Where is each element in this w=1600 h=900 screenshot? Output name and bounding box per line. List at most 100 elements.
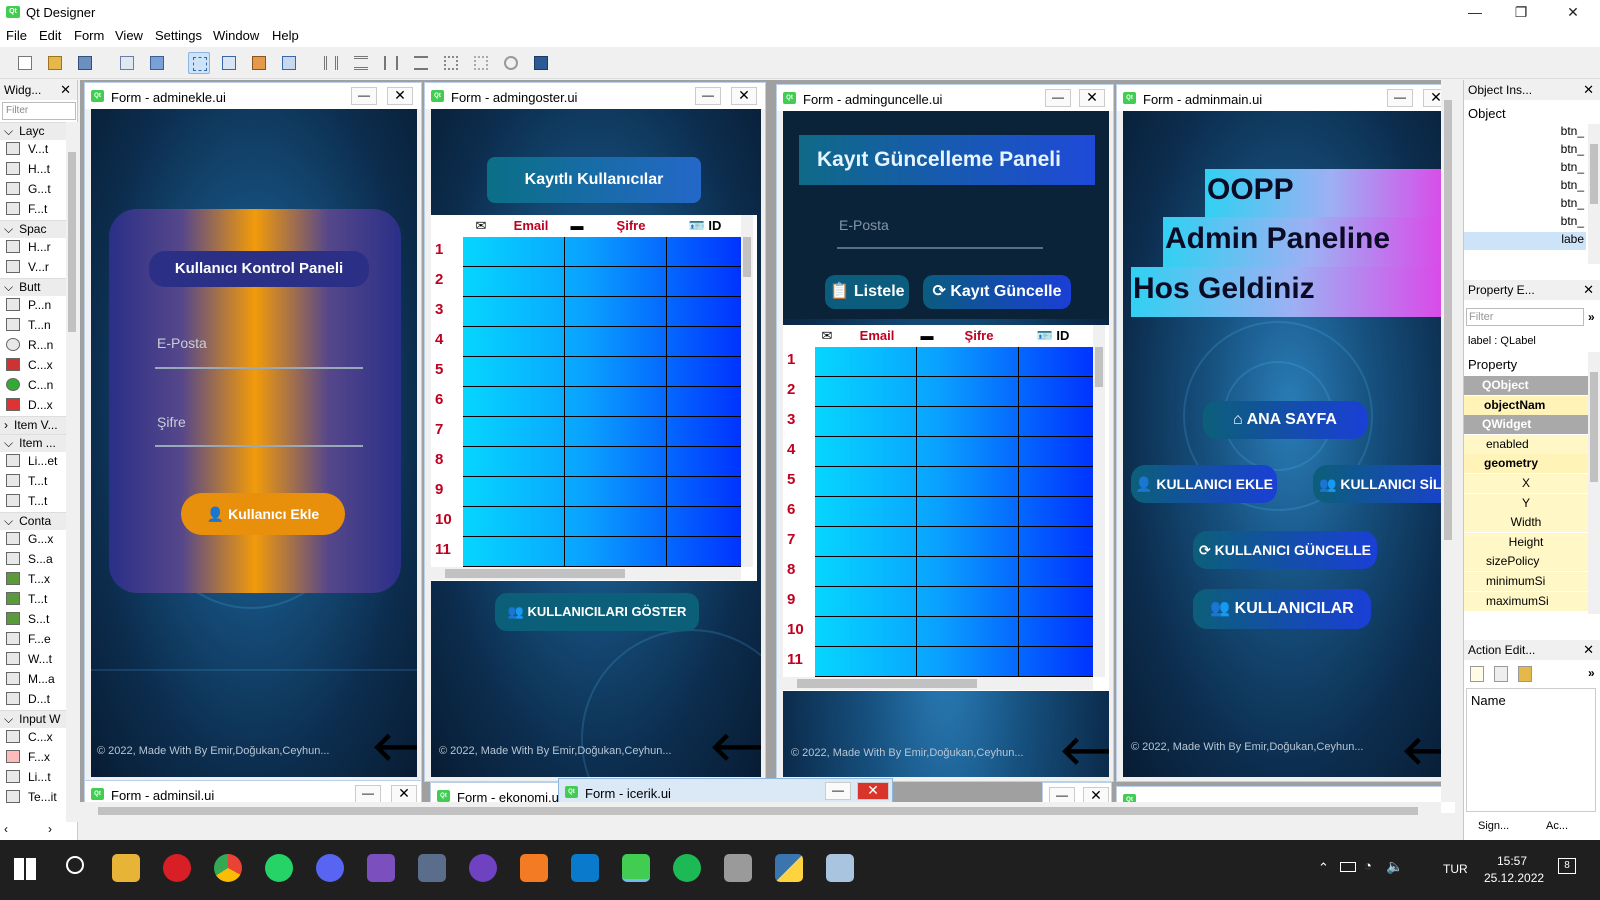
widget-grid-layout[interactable]: G...t — [4, 180, 66, 198]
visual-studio-icon[interactable] — [367, 854, 395, 882]
object-scrollbar[interactable] — [1588, 124, 1600, 264]
subwindow-adminmain[interactable]: Qt Form - adminmain.ui — ✕ OOPP Admin Pa… — [1116, 84, 1455, 782]
home-button[interactable]: ⌂ ANA SAYFA — [1203, 401, 1367, 439]
widget-horizontal-spacer[interactable]: H...r — [4, 238, 66, 256]
widget-vertical-layout[interactable]: V...t — [4, 140, 66, 158]
widget-scroll-area[interactable]: S...a — [4, 550, 66, 568]
copy-action-icon[interactable] — [1494, 666, 1508, 682]
object-tree-item[interactable]: btn_ — [1464, 160, 1586, 178]
add-user-nav-button[interactable]: 👤 KULLANICI EKLE — [1131, 465, 1277, 503]
widget-widget[interactable]: W...t — [4, 650, 66, 668]
object-tree-item[interactable]: labe — [1464, 232, 1586, 250]
tray-chevron-up-icon[interactable]: ⌃ — [1318, 860, 1329, 876]
widget-command-link[interactable]: C...n — [4, 376, 66, 394]
paste-action-icon[interactable] — [1518, 666, 1532, 682]
paste-icon[interactable] — [146, 52, 168, 74]
widget-font-combo-box[interactable]: F...x — [4, 748, 66, 766]
property-row[interactable]: QObject — [1464, 376, 1588, 396]
volume-icon[interactable]: 🔈 — [1386, 858, 1403, 875]
records-table[interactable]: ✉ Email ▬ Şifre 🪪 ID 1 2 3 4 5 6 7 8 9 10 11 — [783, 325, 1109, 691]
spotify-icon[interactable] — [673, 854, 701, 882]
category-input-widgets[interactable]: ⌵ Input W — [0, 710, 68, 728]
update-record-button[interactable]: ⟳ Kayıt Güncelle — [923, 275, 1071, 309]
category-spacers[interactable]: ⌵ Spac — [0, 220, 68, 238]
widget-box-scrollbar[interactable] — [66, 122, 78, 822]
col-email[interactable]: Email — [501, 215, 561, 237]
widget-mdi-area[interactable]: M...a — [4, 670, 66, 688]
widget-form-layout[interactable]: F...t — [4, 200, 66, 218]
layout-horizontal-icon[interactable] — [320, 52, 342, 74]
property-row[interactable]: objectNam — [1464, 395, 1588, 416]
widget-list-widget[interactable]: Li...et — [4, 452, 66, 470]
password-input[interactable]: Şifre — [157, 414, 186, 430]
email-input[interactable]: E-Posta — [157, 335, 207, 351]
new-action-icon[interactable] — [1470, 666, 1484, 682]
dock-close-icon[interactable]: ✕ — [1583, 282, 1594, 298]
maximize-button[interactable]: ❐ — [1498, 0, 1544, 25]
menu-window[interactable]: Window — [213, 28, 259, 43]
dock-close-icon[interactable]: ✕ — [60, 82, 71, 98]
update-user-button[interactable]: ⟳ KULLANICI GÜNCELLE — [1193, 531, 1377, 569]
menu-edit[interactable]: Edit — [39, 28, 61, 43]
subwindow-close-button[interactable]: ✕ — [387, 87, 413, 105]
widget-line-edit[interactable]: Li...t — [4, 768, 66, 786]
widget-check-box[interactable]: C...x — [4, 356, 66, 374]
3d-viewer-icon[interactable] — [418, 854, 446, 882]
whatsapp-icon[interactable] — [265, 854, 293, 882]
widget-tool-box[interactable]: T...x — [4, 570, 66, 588]
category-item-widgets[interactable]: ⌵ Item ... — [0, 434, 68, 452]
back-arrow-icon[interactable]: 🡐 — [709, 727, 761, 767]
layout-grid-icon[interactable] — [440, 52, 462, 74]
property-row[interactable]: maximumSi — [1464, 591, 1588, 612]
widget-tree-widget[interactable]: T...t — [4, 472, 66, 490]
subwindow-minimize-button[interactable]: — — [351, 87, 377, 105]
menu-settings[interactable]: Settings — [155, 28, 202, 43]
tab-action-editor[interactable]: Ac... — [1546, 820, 1568, 832]
python-icon[interactable] — [775, 854, 803, 882]
subwindow-minimize-button[interactable]: — — [1045, 89, 1071, 107]
category-buttons[interactable]: ⌵ Butt — [0, 278, 68, 296]
widget-table-widget[interactable]: T...t — [4, 492, 66, 510]
edit-buddies-icon[interactable] — [248, 52, 270, 74]
xampp-icon[interactable] — [520, 854, 548, 882]
subwindow-minimize-button[interactable]: — — [1387, 89, 1413, 107]
widget-combo-box[interactable]: C...x — [4, 728, 66, 746]
notifications-icon[interactable]: 8 — [1558, 858, 1576, 874]
minimize-button[interactable]: — — [1452, 0, 1498, 25]
layout-vertical-icon[interactable] — [350, 52, 372, 74]
subwindow-adminguncelle[interactable]: Qt Form - adminguncelle.ui — ✕ Kayıt Gün… — [776, 84, 1114, 782]
widget-stacked-widget[interactable]: S...t — [4, 610, 66, 628]
users-table-grid[interactable] — [463, 237, 741, 567]
users-table[interactable]: ✉ Email ▬ Şifre 🪪 ID 1 2 3 4 5 6 7 8 9 10 11 — [431, 215, 757, 581]
dock-close-icon[interactable]: ✕ — [1583, 642, 1594, 658]
subwindow-admingoster[interactable]: Qt Form - admingoster.ui — ✕ Kayıtlı Kul… — [424, 82, 766, 782]
menu-help[interactable]: Help — [272, 28, 299, 43]
list-button[interactable]: 📋 Listele — [825, 275, 909, 309]
github-desktop-icon[interactable] — [469, 854, 497, 882]
widget-radio-button[interactable]: R...n — [4, 336, 66, 354]
category-layouts[interactable]: ⌵ Layc — [0, 122, 68, 140]
subwindow-minimize-button[interactable]: — — [355, 785, 381, 803]
scroll-right-icon[interactable]: › — [48, 822, 52, 836]
mdi-horizontal-scrollbar[interactable] — [80, 802, 1441, 820]
layout-v-splitter-icon[interactable] — [410, 52, 432, 74]
file-explorer-icon[interactable] — [112, 854, 140, 882]
menu-view[interactable]: View — [115, 28, 143, 43]
edit-tab-order-icon[interactable] — [278, 52, 300, 74]
category-item-views[interactable]: › Item V... — [0, 416, 68, 434]
layout-form-icon[interactable] — [470, 52, 492, 74]
delete-user-button[interactable]: 👥 KULLANICI SİL — [1313, 465, 1455, 503]
edit-signals-icon[interactable] — [218, 52, 240, 74]
break-layout-icon[interactable] — [500, 52, 522, 74]
property-row[interactable]: Height — [1464, 532, 1588, 553]
new-file-icon[interactable] — [14, 52, 36, 74]
layout-h-splitter-icon[interactable] — [380, 52, 402, 74]
property-row[interactable]: enabled — [1464, 434, 1588, 455]
col-email[interactable]: Email — [847, 325, 907, 347]
subwindow-close-button[interactable]: ✕ — [1079, 89, 1105, 107]
widget-push-button[interactable]: P...n — [4, 296, 66, 314]
chrome-icon[interactable] — [214, 854, 242, 882]
open-folder-icon[interactable] — [44, 52, 66, 74]
language-indicator[interactable]: TUR — [1443, 862, 1468, 876]
menu-file[interactable]: File — [6, 28, 27, 43]
